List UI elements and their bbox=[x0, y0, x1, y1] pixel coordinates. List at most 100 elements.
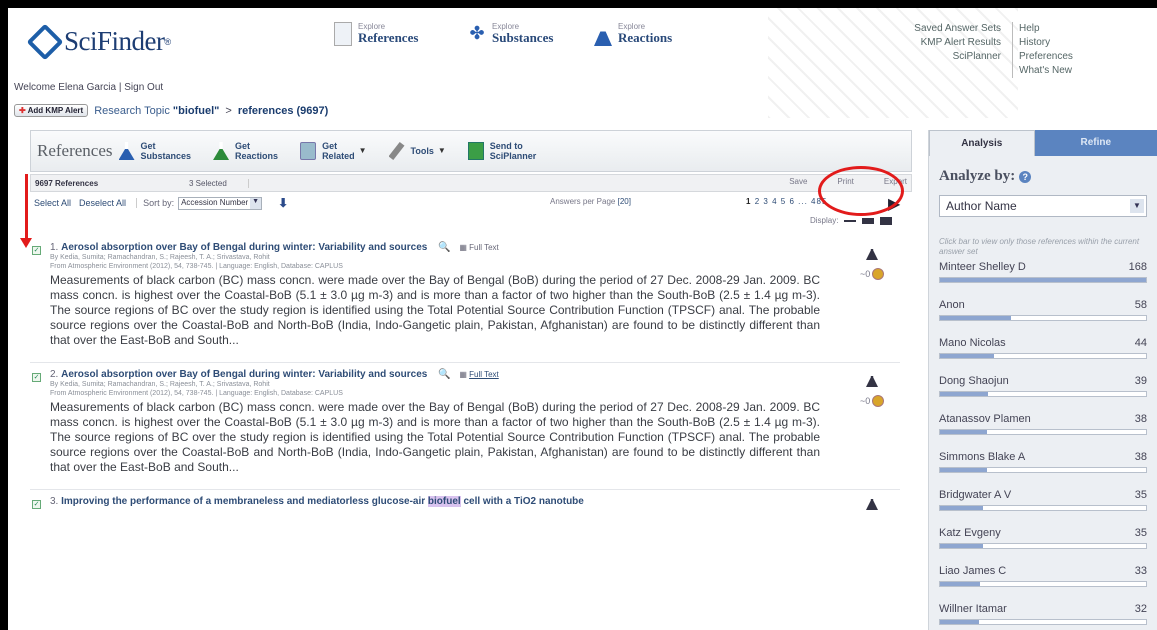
analysis-row[interactable]: Willner Itamar 32 bbox=[939, 599, 1147, 630]
explore-substances-button[interactable]: ✤ Explore Substances bbox=[468, 22, 553, 46]
sort-by-select[interactable]: Accession Number bbox=[178, 196, 263, 210]
preferences-link[interactable]: Preferences bbox=[1019, 50, 1073, 64]
deselect-all-link[interactable]: Deselect All bbox=[79, 198, 126, 208]
magnify-icon[interactable]: 🔍 bbox=[438, 369, 450, 380]
analysis-bar-track[interactable] bbox=[939, 543, 1147, 549]
breadcrumb-topic-label[interactable]: Research Topic bbox=[94, 105, 170, 117]
analysis-bar-track[interactable] bbox=[939, 315, 1147, 321]
save-link[interactable]: Save bbox=[789, 177, 807, 186]
page-link[interactable]: 5 bbox=[781, 197, 786, 206]
full-text-link[interactable]: ▦ Full Text bbox=[459, 243, 498, 252]
analysis-bar[interactable] bbox=[940, 278, 1146, 282]
checkbox-annotation-arrow bbox=[20, 174, 32, 248]
send-to-sciplanner-button[interactable]: Send to SciPlanner bbox=[467, 141, 536, 161]
analysis-row-count: 38 bbox=[1134, 451, 1147, 463]
analysis-bar-track[interactable] bbox=[939, 581, 1147, 587]
app-header: SciFinder ® Explore References ✤ Explore Su… bbox=[8, 8, 1157, 136]
analysis-row[interactable]: Anon 58 bbox=[939, 295, 1147, 333]
substance-flask-icon[interactable] bbox=[866, 244, 878, 260]
tools-button[interactable]: Tools ▼ bbox=[388, 142, 446, 160]
page-link[interactable]: 2 bbox=[755, 197, 760, 206]
get-reactions-button[interactable]: Get Reactions bbox=[213, 141, 278, 161]
substance-flask-icon[interactable] bbox=[866, 494, 878, 510]
export-annotation-circle bbox=[818, 166, 904, 216]
times-cited[interactable]: ~0 bbox=[860, 395, 890, 407]
analysis-bar[interactable] bbox=[940, 354, 994, 358]
analysis-row[interactable]: Simmons Blake A 38 bbox=[939, 447, 1147, 485]
citation-icon bbox=[872, 395, 885, 407]
get-related-button[interactable]: Get Related ▼ bbox=[300, 141, 367, 161]
select-all-link[interactable]: Select All bbox=[34, 198, 71, 208]
magnify-icon[interactable]: 🔍 bbox=[438, 242, 450, 253]
breadcrumb-topic-query[interactable]: "biofuel" bbox=[173, 105, 219, 117]
result-title-link[interactable]: Aerosol absorption over Bay of Bengal du… bbox=[61, 369, 427, 380]
sort-direction-arrow-icon[interactable]: ⬇ bbox=[278, 196, 288, 210]
whats-new-link[interactable]: What's New bbox=[1019, 64, 1073, 78]
result-checkbox[interactable]: ✓ bbox=[32, 500, 41, 509]
flask-icon bbox=[594, 22, 612, 46]
analysis-bar-track[interactable] bbox=[939, 391, 1147, 397]
result-title-part: Improving the performance of a membranel… bbox=[61, 496, 428, 507]
result-side-tools bbox=[860, 494, 890, 510]
analysis-row-count: 38 bbox=[1134, 413, 1147, 425]
saved-answer-sets-link[interactable]: Saved Answer Sets bbox=[914, 22, 1001, 36]
analyze-by-select[interactable]: Author Name bbox=[939, 195, 1147, 217]
result-item: ✓ 3. Improving the performance of a memb… bbox=[30, 490, 900, 521]
full-text-link[interactable]: ▦ Full Text bbox=[459, 370, 498, 379]
explore-reactions-button[interactable]: Explore Reactions bbox=[594, 22, 672, 46]
page-link[interactable]: 1 bbox=[746, 197, 751, 206]
result-checkbox[interactable]: ✓ bbox=[32, 246, 41, 255]
analysis-row[interactable]: Dong Shaojun 39 bbox=[939, 371, 1147, 409]
analysis-bar[interactable] bbox=[940, 430, 987, 434]
analysis-bar-track[interactable] bbox=[939, 277, 1147, 283]
analysis-row[interactable]: Minteer Shelley D 168 bbox=[939, 257, 1147, 295]
history-link[interactable]: History bbox=[1019, 36, 1073, 50]
analysis-bar[interactable] bbox=[940, 316, 1012, 320]
explore-references-button[interactable]: Explore References bbox=[334, 22, 418, 46]
display-full-icon[interactable] bbox=[880, 216, 893, 225]
get-reactions-line2: Reactions bbox=[235, 151, 279, 161]
result-title-link[interactable]: Improving the performance of a membranel… bbox=[61, 496, 584, 507]
analysis-bar-track[interactable] bbox=[939, 353, 1147, 359]
analysis-row[interactable]: Katz Evgeny 35 bbox=[939, 523, 1147, 561]
analysis-bar[interactable] bbox=[940, 468, 987, 472]
analysis-bar[interactable] bbox=[940, 620, 980, 624]
times-cited[interactable]: ~0 bbox=[860, 268, 890, 280]
analysis-row[interactable]: Mano Nicolas 44 bbox=[939, 333, 1147, 371]
analysis-bar-track[interactable] bbox=[939, 467, 1147, 473]
analysis-bar[interactable] bbox=[940, 544, 983, 548]
help-link[interactable]: Help bbox=[1019, 22, 1073, 36]
scifinder-logo[interactable]: SciFinder ® bbox=[26, 23, 171, 60]
kmp-alert-results-link[interactable]: KMP Alert Results bbox=[914, 36, 1001, 50]
display-compact-icon[interactable] bbox=[844, 219, 857, 222]
tab-refine[interactable]: Refine bbox=[1034, 130, 1157, 156]
analysis-bar[interactable] bbox=[940, 506, 983, 510]
get-substances-button[interactable]: Get Substances bbox=[118, 141, 191, 161]
tab-analysis[interactable]: Analysis bbox=[929, 130, 1035, 156]
page-link[interactable]: 3 bbox=[763, 197, 768, 206]
result-title-row: 1. Aerosol absorption over Bay of Bengal… bbox=[50, 242, 900, 253]
analysis-row[interactable]: Bridgwater A V 35 bbox=[939, 485, 1147, 523]
page-link[interactable]: 4 bbox=[772, 197, 777, 206]
substance-flask-icon[interactable] bbox=[866, 371, 878, 387]
display-partial-icon[interactable] bbox=[862, 217, 875, 224]
analysis-bar-track[interactable] bbox=[939, 429, 1147, 435]
add-kmp-alert-button[interactable]: ✚ Add KMP Alert bbox=[14, 104, 89, 117]
analysis-bar-track[interactable] bbox=[939, 619, 1147, 625]
sign-out-link[interactable]: Sign Out bbox=[124, 82, 163, 93]
sciplanner-link[interactable]: SciPlanner bbox=[914, 50, 1001, 64]
help-icon[interactable]: ? bbox=[1019, 171, 1032, 183]
analyze-by-heading: Analyze by:? bbox=[939, 168, 1157, 185]
analysis-row[interactable]: Liao James C 33 bbox=[939, 561, 1147, 599]
app-frame: SciFinder ® Explore References ✤ Explore Su… bbox=[8, 8, 1157, 630]
results-list: ✓ 1. Aerosol absorption over Bay of Beng… bbox=[30, 236, 930, 521]
page-link[interactable]: 6 bbox=[789, 197, 794, 206]
analysis-row[interactable]: Atanassov Plamen 38 bbox=[939, 409, 1147, 447]
analysis-bar[interactable] bbox=[940, 582, 981, 586]
answers-per-page-value[interactable]: [20] bbox=[618, 197, 631, 206]
analysis-row-count: 58 bbox=[1134, 299, 1147, 311]
result-title-link[interactable]: Aerosol absorption over Bay of Bengal du… bbox=[61, 242, 427, 253]
result-checkbox[interactable]: ✓ bbox=[32, 373, 41, 382]
analysis-bar[interactable] bbox=[940, 392, 988, 396]
analysis-bar-track[interactable] bbox=[939, 505, 1147, 511]
